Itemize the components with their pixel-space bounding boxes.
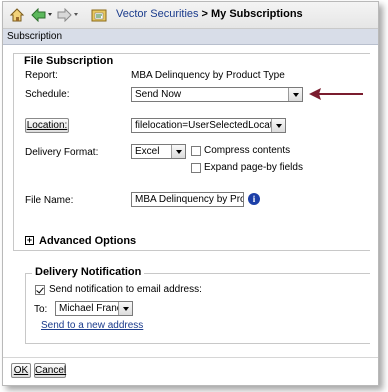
info-icon[interactable]: i: [248, 193, 260, 205]
compress-contents-checkbox[interactable]: [191, 146, 201, 156]
compress-contents-label: Compress contents: [204, 145, 291, 156]
annotation-arrow-icon: [309, 88, 363, 100]
report-label: Report:: [25, 70, 58, 81]
schedule-select-value: Send Now: [135, 89, 182, 100]
location-button[interactable]: Location:: [25, 118, 69, 133]
expand-page-by-label: Expand page-by fields: [204, 162, 303, 173]
breadcrumb-current: My Subscriptions: [210, 8, 303, 20]
expand-advanced-options-icon[interactable]: +: [25, 236, 34, 245]
send-notification-checkbox[interactable]: [35, 285, 45, 295]
forward-arrow-icon[interactable]: [57, 7, 79, 23]
ok-button[interactable]: OK: [11, 363, 31, 378]
cancel-button[interactable]: Cancel: [34, 363, 66, 378]
location-select-value: filelocation=UserSelectedLocation: [135, 120, 286, 131]
delivery-notification-legend: Delivery Notification: [32, 266, 145, 278]
chevron-down-icon: [118, 302, 132, 315]
to-label: To:: [34, 304, 48, 315]
delivery-format-select[interactable]: Excel: [131, 144, 186, 159]
breadcrumb: Vector Securities > My Subscriptions: [116, 8, 303, 20]
subscription-window: Vector Securities > My Subscriptions Subsc…: [2, 1, 379, 386]
file-subscription-legend: File Subscription: [21, 55, 117, 67]
send-notification-label: Send notification to email address:: [49, 284, 202, 295]
expand-page-by-checkbox[interactable]: [191, 163, 201, 173]
schedule-select[interactable]: Send Now: [131, 87, 303, 102]
footer-divider: [3, 357, 378, 358]
folder-icon[interactable]: [91, 7, 107, 23]
delivery-format-value: Excel: [135, 146, 160, 157]
cancel-button-label: Cancel: [35, 365, 67, 376]
report-value: MBA Delinquency by Product Type: [131, 70, 285, 81]
ok-button-label: OK: [13, 365, 29, 376]
file-name-label: File Name:: [25, 195, 74, 206]
send-to-new-address-link[interactable]: Send to a new address: [41, 320, 143, 331]
location-button-label: Location:: [26, 120, 68, 131]
home-icon[interactable]: [9, 7, 25, 23]
location-select[interactable]: filelocation=UserSelectedLocation: [131, 118, 286, 133]
advanced-options-label[interactable]: Advanced Options: [39, 235, 136, 247]
section-header: Subscription: [3, 29, 378, 45]
delivery-format-label: Delivery Format:: [25, 147, 99, 158]
breadcrumb-link-vector-securities[interactable]: Vector Securities: [116, 8, 199, 20]
back-arrow-icon[interactable]: [31, 7, 53, 23]
chevron-down-icon: [288, 88, 302, 101]
chevron-down-icon: [271, 119, 285, 132]
to-recipient-select[interactable]: Michael Francis: [55, 301, 133, 316]
toolbar: Vector Securities > My Subscriptions: [3, 2, 378, 29]
file-name-input[interactable]: MBA Delinquency by Product T: [131, 192, 244, 207]
chevron-down-icon: [171, 145, 185, 158]
schedule-label: Schedule:: [25, 89, 70, 100]
breadcrumb-separator: >: [201, 8, 208, 20]
